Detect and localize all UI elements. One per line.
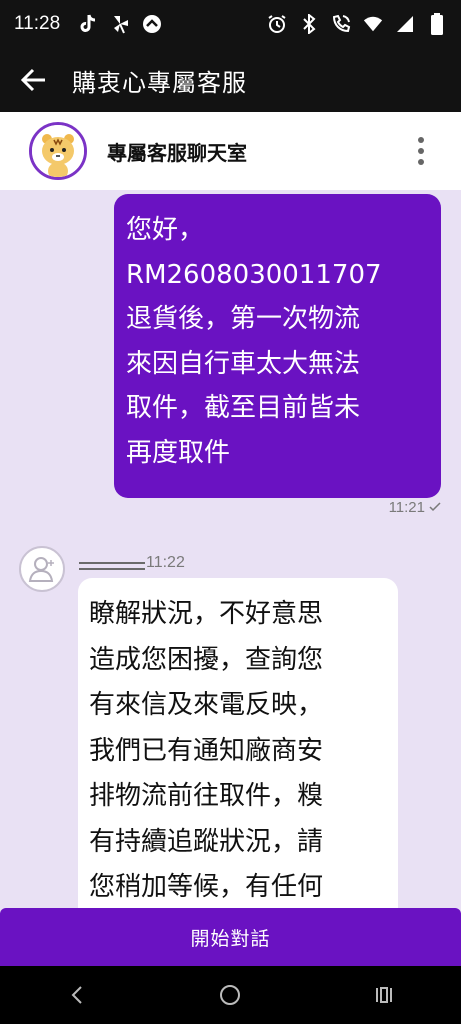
incoming-message-bubble: 瞭解狀況，不好意思 造成您困擾，查詢您 有來信及來電反映， 我們已有通知廠商安 … xyxy=(78,578,398,938)
more-vert-icon[interactable] xyxy=(417,137,425,165)
app-title: 購衷心專屬客服 xyxy=(72,68,247,97)
wifi-calling-icon xyxy=(331,14,351,34)
recents-icon[interactable] xyxy=(364,975,404,1015)
check-icon xyxy=(429,499,441,516)
back-chevron-icon[interactable] xyxy=(57,975,97,1015)
tiktok-icon xyxy=(78,14,98,34)
start-conversation-button[interactable]: 開始對話 xyxy=(0,908,461,966)
bluetooth-icon xyxy=(299,14,319,34)
home-circle-icon[interactable] xyxy=(210,975,250,1015)
redacted-sender-name xyxy=(79,562,145,570)
status-bar: 11:28 xyxy=(0,0,461,48)
outgoing-message-time: 11:21 xyxy=(388,499,425,516)
chat-room-name: 專屬客服聊天室 xyxy=(107,140,247,165)
alarm-icon xyxy=(267,14,287,34)
outgoing-message-meta: 11:21 xyxy=(389,499,441,516)
chat-header: 專屬客服聊天室 xyxy=(0,112,461,190)
signal-icon xyxy=(395,14,415,34)
upload-arrow-icon xyxy=(142,14,162,34)
battery-icon xyxy=(427,13,447,35)
wifi-icon xyxy=(363,14,383,34)
status-time: 11:28 xyxy=(14,13,61,34)
outgoing-message-bubble: 您好， RM2608030011707 退貨後，第一次物流 來因自行車太大無法 … xyxy=(114,194,441,498)
app-bar: 購衷心專屬客服 xyxy=(0,48,461,112)
pinwheel-icon xyxy=(110,14,130,34)
arrow-left-icon[interactable] xyxy=(20,66,48,94)
system-nav-bar xyxy=(0,966,461,1024)
person-placeholder-icon xyxy=(19,546,65,592)
incoming-message-time: 11:22 xyxy=(146,554,185,571)
tiger-mascot-avatar[interactable] xyxy=(29,122,87,180)
